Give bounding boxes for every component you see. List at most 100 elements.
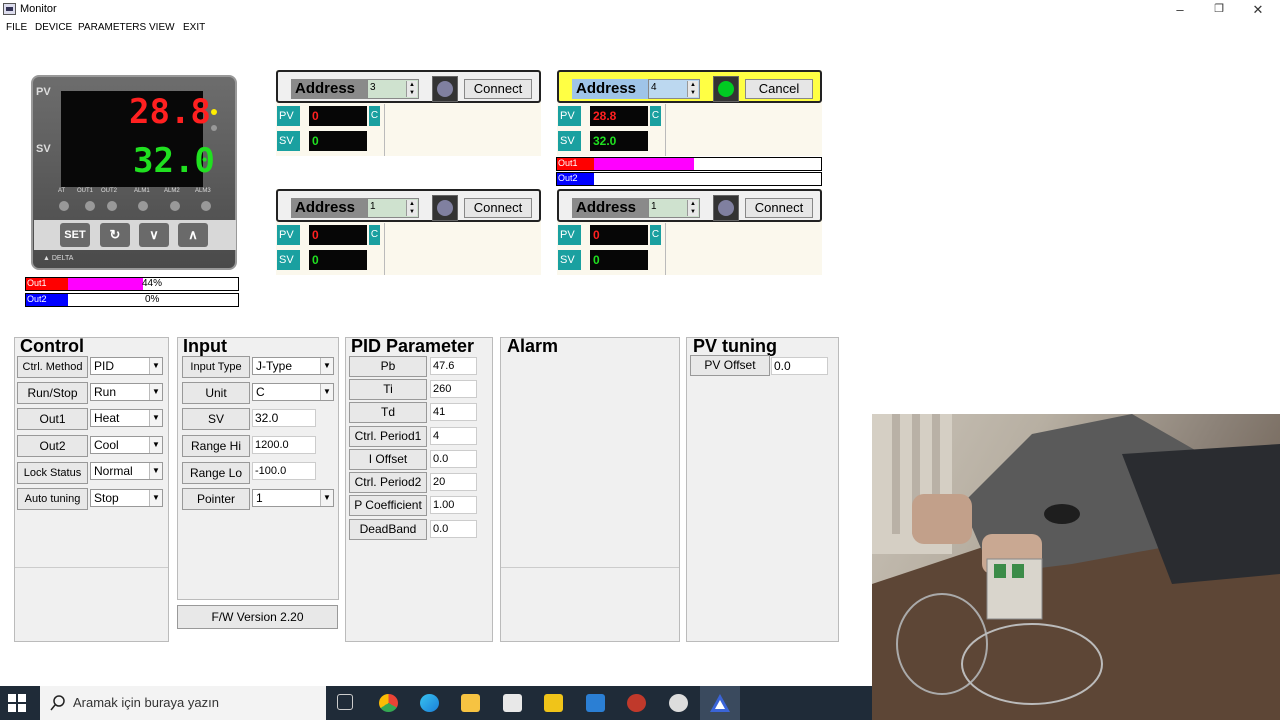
dropdown-arrow-icon[interactable]: ▼ xyxy=(149,490,162,506)
ctrl-period1-field[interactable]: 4 xyxy=(430,427,477,445)
range-hi-button[interactable]: Range Hi xyxy=(182,435,250,457)
minimize-button[interactable]: – xyxy=(1160,0,1200,19)
ctrl-period2-button[interactable]: Ctrl. Period2 xyxy=(349,472,427,493)
address-spinner[interactable]: 1 ▲ ▼ xyxy=(648,198,700,218)
edge-icon[interactable] xyxy=(420,694,439,712)
ctrl-method-button[interactable]: Ctrl. Method xyxy=(17,356,88,378)
lock-status-button[interactable]: Lock Status xyxy=(17,462,88,484)
connect-button[interactable]: Connect xyxy=(464,198,532,218)
pv-tuning-title: PV tuning xyxy=(693,336,777,356)
set-key[interactable]: SET xyxy=(60,223,90,247)
i-offset-field[interactable]: 0.0 xyxy=(430,450,477,468)
file-explorer-icon[interactable] xyxy=(461,694,480,712)
dropdown-arrow-icon[interactable]: ▼ xyxy=(149,384,162,400)
menu-view[interactable]: VIEW xyxy=(149,22,175,33)
app-icon[interactable] xyxy=(627,694,646,712)
firmware-version-button[interactable]: F/W Version 2.20 xyxy=(177,605,338,629)
cycle-key-icon[interactable]: ↻ xyxy=(100,223,130,247)
input-type-button[interactable]: Input Type xyxy=(182,356,250,378)
pointer-select[interactable]: 1 ▼ xyxy=(252,489,334,507)
unit-button[interactable]: Unit xyxy=(182,382,250,404)
run-stop-select[interactable]: Run ▼ xyxy=(90,383,163,401)
dropdown-arrow-icon[interactable]: ▼ xyxy=(149,463,162,479)
connection-status-icon xyxy=(713,195,739,221)
address-spinner[interactable]: 4 ▲ ▼ xyxy=(648,79,700,99)
spin-arrows-icon[interactable]: ▲ ▼ xyxy=(687,200,698,216)
out1-bar: Out1 44% xyxy=(25,277,239,291)
windows-start-icon[interactable] xyxy=(8,694,26,712)
ctrl-period2-field[interactable]: 20 xyxy=(430,473,477,491)
address-header: Address 1 ▲ ▼ Connect xyxy=(276,189,541,222)
connect-button[interactable]: Connect xyxy=(464,79,532,99)
p-coefficient-button[interactable]: P Coefficient xyxy=(349,495,427,516)
td-button[interactable]: Td xyxy=(349,402,427,423)
auto-tuning-button[interactable]: Auto tuning xyxy=(17,488,88,510)
dropdown-arrow-icon[interactable]: ▼ xyxy=(149,437,162,453)
dropdown-arrow-icon[interactable]: ▼ xyxy=(149,410,162,426)
out1-button[interactable]: Out1 xyxy=(17,408,88,430)
sv-display: 32.0 xyxy=(133,141,215,181)
ti-button[interactable]: Ti xyxy=(349,379,427,400)
mail-icon[interactable] xyxy=(586,694,605,712)
sv-button[interactable]: SV xyxy=(182,408,250,430)
pv-offset-button[interactable]: PV Offset xyxy=(690,355,770,376)
ctrl-method-select[interactable]: PID ▼ xyxy=(90,357,163,375)
chrome-icon[interactable] xyxy=(379,694,398,712)
delta-logo-icon xyxy=(710,694,730,712)
td-field[interactable]: 41 xyxy=(430,403,477,421)
address-spinner[interactable]: 3 ▲ ▼ xyxy=(367,79,419,99)
menu-file[interactable]: FILE xyxy=(6,22,27,33)
task-view-icon[interactable] xyxy=(337,694,353,710)
p-coefficient-field[interactable]: 1.00 xyxy=(430,496,477,514)
spin-arrows-icon[interactable]: ▲ ▼ xyxy=(687,81,698,97)
spin-arrows-icon[interactable]: ▲ ▼ xyxy=(406,200,417,216)
auto-tuning-select[interactable]: Stop ▼ xyxy=(90,489,163,507)
ti-field[interactable]: 260 xyxy=(430,380,477,398)
deadband-button[interactable]: DeadBand xyxy=(349,519,427,540)
monitor-app-taskbar-button[interactable] xyxy=(700,686,740,720)
run-stop-button[interactable]: Run/Stop xyxy=(17,382,88,404)
sv-field[interactable]: 32.0 xyxy=(252,409,316,427)
pointer-button[interactable]: Pointer xyxy=(182,488,250,510)
pv-value: 0 xyxy=(309,106,367,126)
pb-field[interactable]: 47.6 xyxy=(430,357,477,375)
app-icon[interactable] xyxy=(669,694,688,712)
media-icon[interactable] xyxy=(544,694,563,712)
deadband-field[interactable]: 0.0 xyxy=(430,520,477,538)
led-icon xyxy=(170,201,180,211)
address-spinner[interactable]: 1 ▲ ▼ xyxy=(367,198,419,218)
dropdown-arrow-icon[interactable]: ▼ xyxy=(320,490,333,506)
menu-parameters[interactable]: PARAMETERS xyxy=(78,22,146,33)
dropdown-arrow-icon[interactable]: ▼ xyxy=(149,358,162,374)
restore-button[interactable]: ❐ xyxy=(1199,0,1239,19)
unit-select[interactable]: C ▼ xyxy=(252,383,334,401)
out1-select[interactable]: Heat ▼ xyxy=(90,409,163,427)
store-icon[interactable] xyxy=(503,694,522,712)
taskbar-search[interactable]: Aramak için buraya yazın xyxy=(40,686,326,720)
down-key-icon[interactable]: ∨ xyxy=(139,223,169,247)
dropdown-arrow-icon[interactable]: ▼ xyxy=(320,358,333,374)
up-key-icon[interactable]: ∧ xyxy=(178,223,208,247)
menu-device[interactable]: DEVICE xyxy=(35,22,72,33)
menu-exit[interactable]: EXIT xyxy=(183,22,205,33)
input-type-select[interactable]: J-Type ▼ xyxy=(252,357,334,375)
lock-status-select[interactable]: Normal ▼ xyxy=(90,462,163,480)
dropdown-arrow-icon[interactable]: ▼ xyxy=(320,384,333,400)
spin-arrows-icon[interactable]: ▲ ▼ xyxy=(406,81,417,97)
i-offset-button[interactable]: I Offset xyxy=(349,449,427,470)
close-button[interactable]: ✕ xyxy=(1238,0,1278,19)
pv-offset-field[interactable]: 0.0 xyxy=(771,357,828,375)
out1-label: Out1 xyxy=(557,158,594,170)
address2-out1-bar: Out1 xyxy=(556,157,822,171)
out2-button[interactable]: Out2 xyxy=(17,435,88,457)
connect-button[interactable]: Connect xyxy=(745,198,813,218)
cancel-button[interactable]: Cancel xyxy=(745,79,813,99)
range-lo-button[interactable]: Range Lo xyxy=(182,462,250,484)
pb-button[interactable]: Pb xyxy=(349,356,427,377)
pv-tuning-group xyxy=(686,337,839,642)
range-lo-field[interactable]: -100.0 xyxy=(252,462,316,480)
range-hi-field[interactable]: 1200.0 xyxy=(252,436,316,454)
out2-select[interactable]: Cool ▼ xyxy=(90,436,163,454)
select-value: C xyxy=(256,385,265,399)
ctrl-period1-button[interactable]: Ctrl. Period1 xyxy=(349,426,427,447)
